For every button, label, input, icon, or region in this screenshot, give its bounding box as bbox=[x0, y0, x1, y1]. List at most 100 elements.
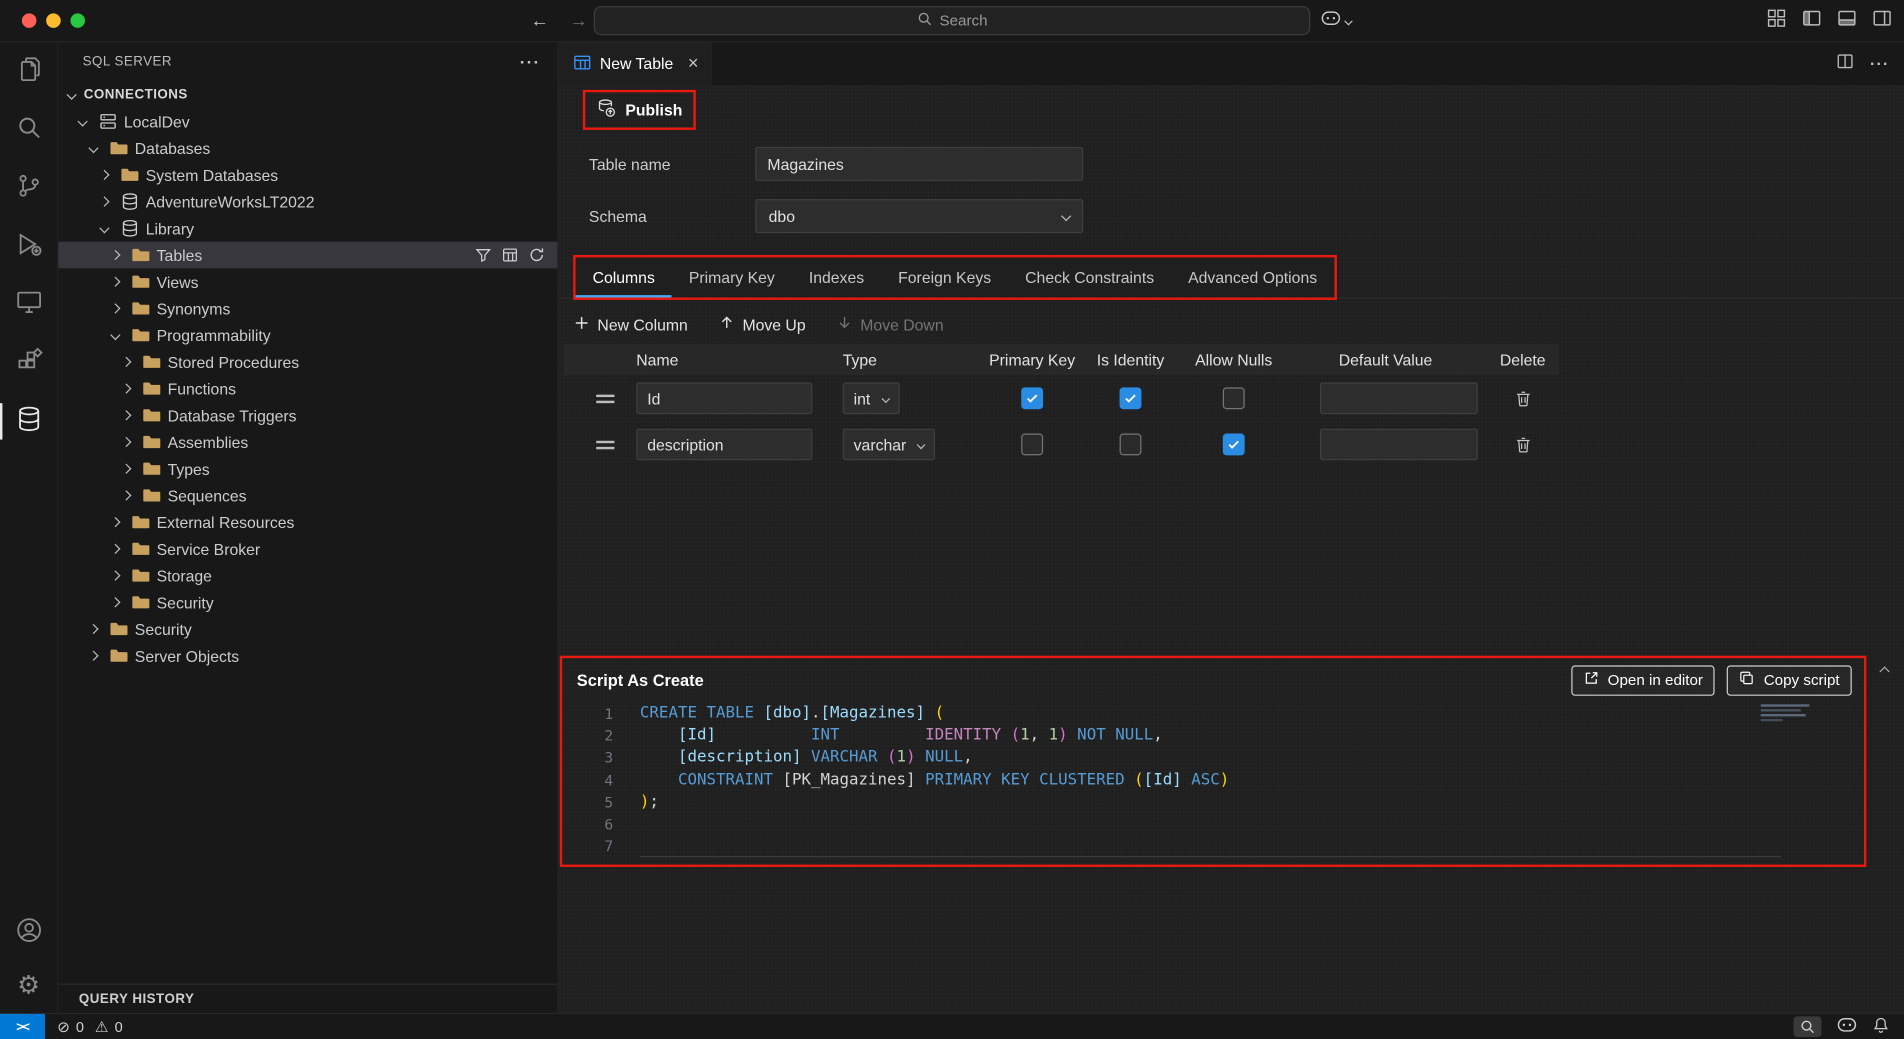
twistie-icon[interactable] bbox=[110, 330, 120, 340]
column-name-input[interactable] bbox=[636, 383, 812, 415]
tree-item-library[interactable]: Library bbox=[58, 215, 557, 242]
command-center-search[interactable]: Search bbox=[594, 6, 1310, 35]
tree-item-service-broker[interactable]: Service Broker bbox=[58, 536, 557, 563]
customize-layout-icon[interactable] bbox=[1767, 8, 1786, 34]
forward-button[interactable]: → bbox=[570, 10, 588, 31]
activity-account[interactable] bbox=[0, 906, 58, 959]
publish-button[interactable]: Publish bbox=[591, 96, 687, 124]
delete-row-button[interactable] bbox=[1514, 389, 1532, 407]
twistie-icon[interactable] bbox=[110, 570, 120, 580]
designer-tab-columns[interactable]: Columns bbox=[576, 257, 672, 297]
drag-handle[interactable] bbox=[596, 394, 614, 403]
twistie-icon[interactable] bbox=[121, 357, 131, 367]
primary-key-checkbox[interactable] bbox=[1021, 434, 1043, 456]
scroll-up-icon[interactable] bbox=[1879, 666, 1889, 676]
tree-item-assemblies[interactable]: Assemblies bbox=[58, 429, 557, 456]
column-type-select[interactable]: varchar bbox=[843, 429, 936, 461]
twistie-icon[interactable] bbox=[88, 624, 98, 634]
notifications-bell-icon[interactable] bbox=[1872, 1016, 1889, 1037]
table-name-input[interactable] bbox=[755, 147, 1083, 181]
twistie-icon[interactable] bbox=[121, 464, 131, 474]
twistie-icon[interactable] bbox=[110, 303, 120, 313]
twistie-icon[interactable] bbox=[121, 437, 131, 447]
close-window-button[interactable] bbox=[22, 13, 37, 28]
zoom-window-button[interactable] bbox=[70, 13, 85, 28]
designer-tab-indexes[interactable]: Indexes bbox=[792, 257, 881, 297]
designer-tab-advanced-options[interactable]: Advanced Options bbox=[1171, 257, 1334, 297]
tree-item-tables[interactable]: Tables bbox=[58, 242, 557, 269]
activity-extensions[interactable] bbox=[0, 334, 58, 392]
copilot-status-icon[interactable] bbox=[1837, 1018, 1856, 1036]
split-editor-icon[interactable] bbox=[1836, 52, 1854, 76]
twistie-icon[interactable] bbox=[99, 196, 109, 206]
tree-item-sequences[interactable]: Sequences bbox=[58, 482, 557, 509]
editor-more-actions-icon[interactable]: ··· bbox=[1870, 55, 1889, 73]
drag-handle[interactable] bbox=[596, 440, 614, 449]
column-type-select[interactable]: int bbox=[843, 383, 900, 415]
activity-run-and-debug[interactable] bbox=[0, 217, 58, 275]
toggle-secondary-sidebar-icon[interactable] bbox=[1872, 8, 1891, 34]
filter-icon[interactable] bbox=[475, 247, 492, 264]
remote-indicator[interactable]: >< bbox=[0, 1014, 45, 1039]
activity-source-control[interactable] bbox=[0, 159, 58, 217]
twistie-icon[interactable] bbox=[88, 651, 98, 661]
activity-remote-explorer[interactable] bbox=[0, 276, 58, 334]
move-down-button[interactable]: Move Down bbox=[837, 315, 943, 334]
twistie-icon[interactable] bbox=[66, 90, 76, 100]
twistie-icon[interactable] bbox=[110, 277, 120, 287]
copy-script-button[interactable]: Copy script bbox=[1727, 665, 1852, 695]
refresh-icon[interactable] bbox=[528, 247, 545, 264]
tree-item-external-resources[interactable]: External Resources bbox=[58, 509, 557, 536]
more-actions-icon[interactable]: ··· bbox=[520, 52, 541, 71]
move-up-button[interactable]: Move Up bbox=[719, 315, 805, 334]
tree-item-server-objects[interactable]: Server Objects bbox=[58, 642, 557, 669]
twistie-icon[interactable] bbox=[99, 223, 109, 233]
new-column-button[interactable]: New Column bbox=[573, 314, 688, 335]
copilot-menu-button[interactable] bbox=[1321, 10, 1351, 32]
tree-item-adventureworkslt2022[interactable]: AdventureWorksLT2022 bbox=[58, 188, 557, 215]
twistie-icon[interactable] bbox=[110, 544, 120, 554]
twistie-icon[interactable] bbox=[77, 116, 87, 126]
twistie-icon[interactable] bbox=[110, 250, 120, 260]
allow-nulls-checkbox[interactable] bbox=[1223, 434, 1245, 456]
tree-item-security[interactable]: Security bbox=[58, 589, 557, 616]
back-button[interactable]: ← bbox=[531, 10, 549, 31]
activity-settings[interactable]: ⚙ bbox=[0, 959, 58, 1012]
twistie-icon[interactable] bbox=[110, 597, 120, 607]
allow-nulls-checkbox[interactable] bbox=[1223, 387, 1245, 409]
tree-item-programmability[interactable]: Programmability bbox=[58, 322, 557, 349]
twistie-icon[interactable] bbox=[121, 383, 131, 393]
is-identity-checkbox[interactable] bbox=[1120, 387, 1142, 409]
tab-new-table[interactable]: New Table × bbox=[559, 43, 712, 86]
tree-item-storage[interactable]: Storage bbox=[58, 562, 557, 589]
open-in-editor-button[interactable]: Open in editor bbox=[1571, 665, 1715, 695]
close-tab-icon[interactable]: × bbox=[688, 55, 699, 73]
tree-item-synonyms[interactable]: Synonyms bbox=[58, 295, 557, 322]
designer-tab-check-constraints[interactable]: Check Constraints bbox=[1008, 257, 1171, 297]
query-history-section[interactable]: QUERY HISTORY bbox=[58, 984, 557, 1013]
zoom-status-icon[interactable] bbox=[1794, 1016, 1822, 1037]
is-identity-checkbox[interactable] bbox=[1120, 434, 1142, 456]
twistie-icon[interactable] bbox=[99, 170, 109, 180]
tree-item-types[interactable]: Types bbox=[58, 455, 557, 482]
tree-item-connections[interactable]: CONNECTIONS bbox=[58, 81, 557, 108]
twistie-icon[interactable] bbox=[88, 143, 98, 153]
minimize-window-button[interactable] bbox=[46, 13, 61, 28]
twistie-icon[interactable] bbox=[110, 517, 120, 527]
activity-search[interactable] bbox=[0, 101, 58, 159]
toggle-panel-icon[interactable] bbox=[1837, 8, 1856, 34]
tree-item-functions[interactable]: Functions bbox=[58, 375, 557, 402]
default-value-input[interactable] bbox=[1320, 383, 1478, 415]
twistie-icon[interactable] bbox=[121, 490, 131, 500]
tree-item-security[interactable]: Security bbox=[58, 616, 557, 643]
default-value-input[interactable] bbox=[1320, 429, 1478, 461]
delete-row-button[interactable] bbox=[1514, 435, 1532, 453]
problems-status[interactable]: ⊘ 0 ⚠ 0 bbox=[57, 1018, 128, 1036]
tree-item-stored-procedures[interactable]: Stored Procedures bbox=[58, 349, 557, 376]
tree-item-database-triggers[interactable]: Database Triggers bbox=[58, 402, 557, 429]
activity-sql-server[interactable] bbox=[0, 392, 58, 450]
schema-select[interactable]: dbo bbox=[755, 199, 1083, 233]
activity-explorer[interactable] bbox=[0, 43, 58, 101]
tree-item-databases[interactable]: Databases bbox=[58, 135, 557, 162]
new-table-icon[interactable] bbox=[502, 247, 519, 264]
